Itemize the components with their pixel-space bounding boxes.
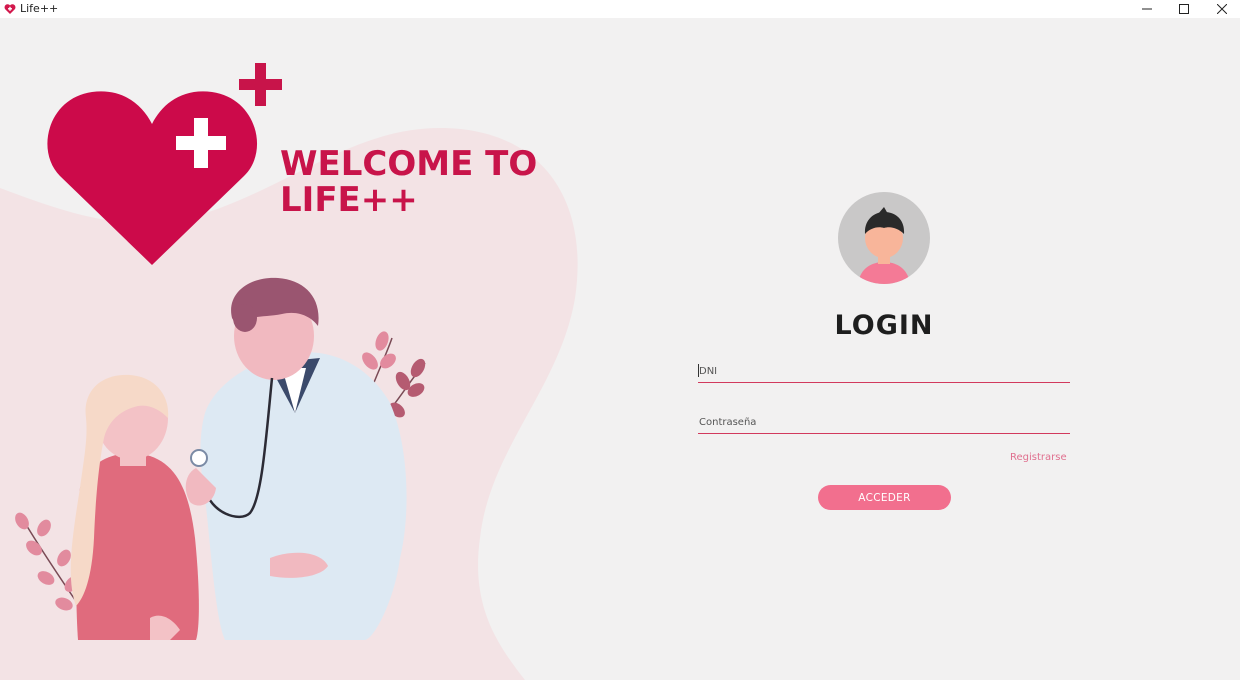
acceder-button[interactable]: ACCEDER: [818, 485, 951, 510]
login-title: LOGIN: [834, 310, 934, 341]
avatar-figure: [858, 207, 910, 284]
window-titlebar: Life++: [0, 0, 1240, 18]
user-avatar-icon: [838, 192, 930, 284]
dni-input[interactable]: [698, 361, 1070, 383]
text-caret: [698, 364, 699, 377]
close-icon: [1217, 4, 1227, 14]
welcome-heading: WELCOME TO LIFE++: [280, 144, 538, 220]
maximize-icon: [1179, 4, 1189, 14]
app-heart-icon: [4, 4, 16, 14]
doctor-and-patient-illustration: [0, 63, 578, 680]
window-title: Life++: [20, 2, 59, 15]
minimize-button[interactable]: [1127, 0, 1167, 18]
register-link[interactable]: Registrarse: [1010, 452, 1067, 463]
close-button[interactable]: [1202, 0, 1240, 18]
password-input[interactable]: [698, 412, 1070, 434]
hero-panel: WELCOME TO LIFE++: [0, 18, 620, 680]
maximize-button[interactable]: [1164, 0, 1204, 18]
minimize-icon: [1142, 8, 1152, 10]
